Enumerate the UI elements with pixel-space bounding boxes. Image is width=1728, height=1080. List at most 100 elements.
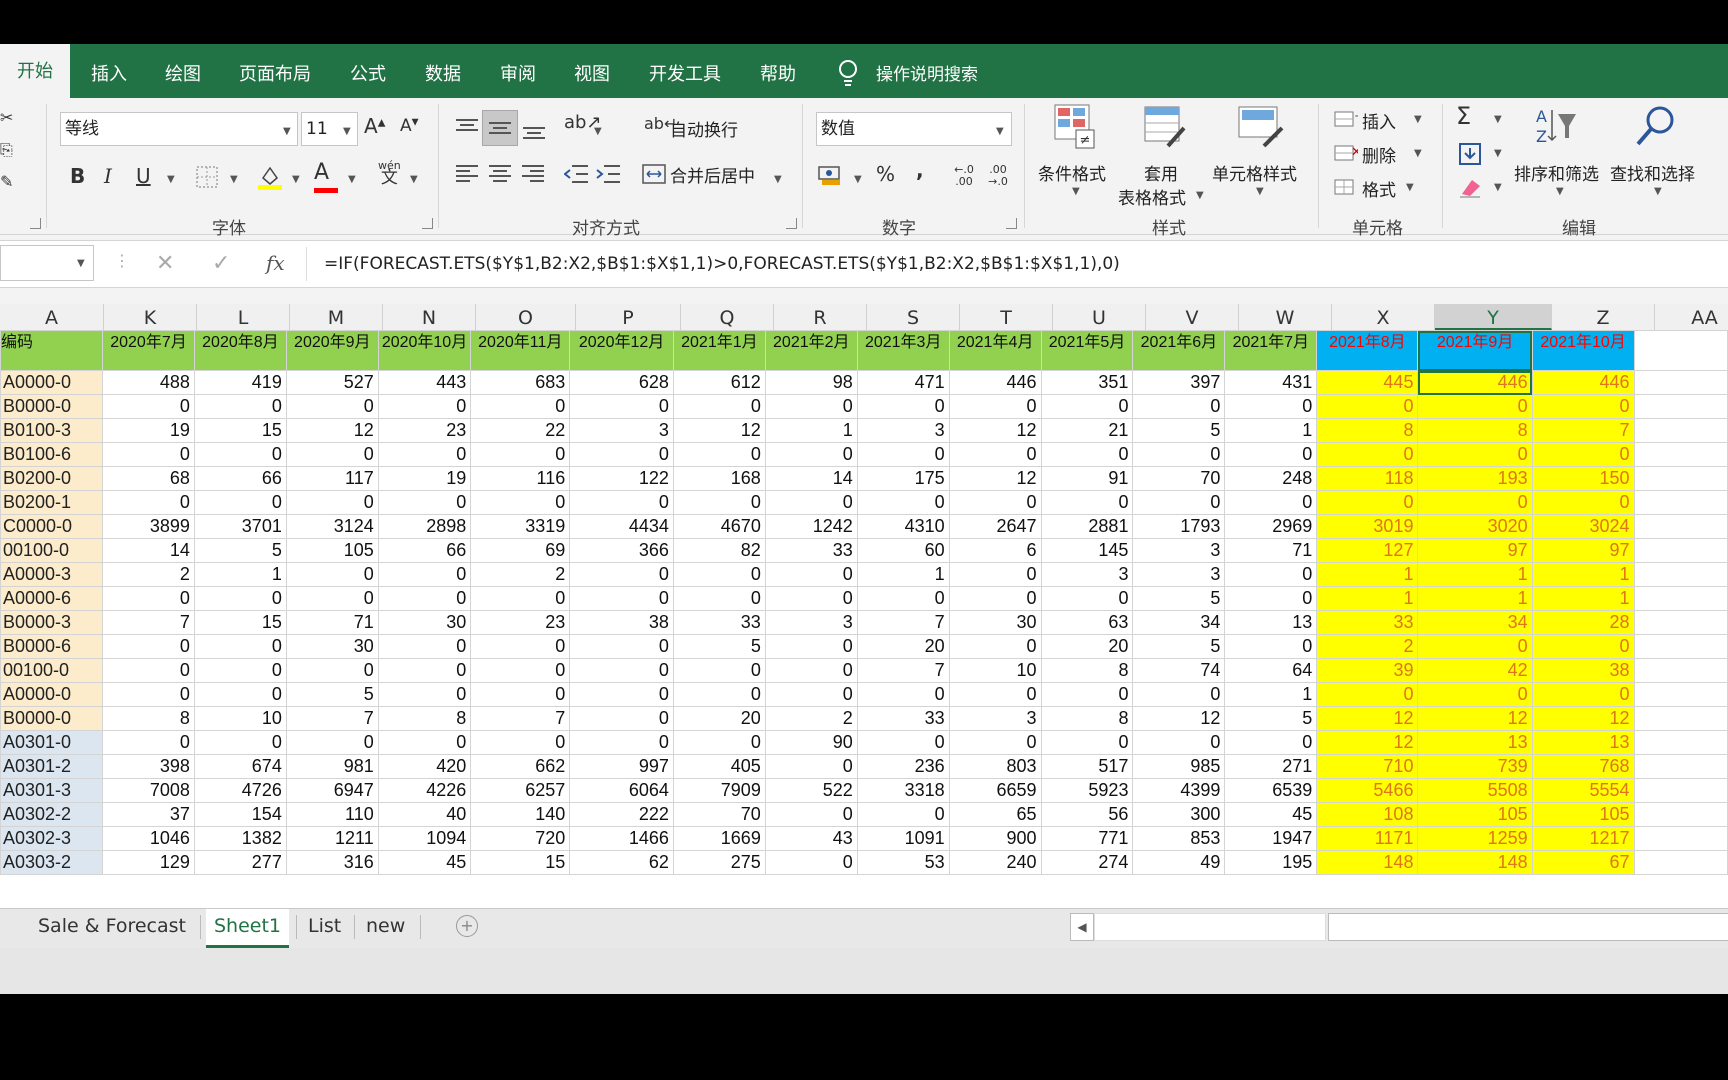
cell-forecast[interactable]: 8 — [1417, 418, 1533, 443]
cell-empty[interactable] — [1633, 682, 1728, 707]
cell-value[interactable]: 0 — [285, 586, 379, 611]
header-cell-empty[interactable] — [1633, 330, 1728, 371]
cell-code[interactable]: 00100-0 — [0, 538, 104, 563]
insert-function-icon[interactable]: fx — [266, 251, 285, 275]
column-header-l[interactable]: L — [197, 304, 290, 330]
cell-empty[interactable] — [1633, 850, 1728, 875]
cell-forecast[interactable]: 1 — [1531, 586, 1635, 611]
increase-font-icon[interactable]: A▲ — [364, 114, 385, 138]
header-cell-month[interactable]: 2021年10月 — [1531, 330, 1635, 371]
fill-color-icon[interactable] — [258, 164, 282, 190]
cell-forecast[interactable]: 1 — [1531, 562, 1635, 587]
cell-value[interactable]: 37 — [102, 802, 195, 827]
cell-value[interactable]: 2881 — [1040, 514, 1134, 539]
cell-value[interactable]: 0 — [193, 658, 287, 683]
cell-value[interactable]: 6539 — [1224, 778, 1318, 803]
align-bottom-icon[interactable] — [523, 126, 545, 140]
cell-empty[interactable] — [1633, 802, 1728, 827]
cell-value[interactable]: 1 — [1224, 682, 1318, 707]
header-cell-month[interactable]: 2021年9月 — [1417, 330, 1533, 371]
cell-value[interactable]: 398 — [102, 754, 195, 779]
cell-value[interactable]: 0 — [193, 634, 287, 659]
tab-page-layout[interactable]: 页面布局 — [239, 44, 311, 98]
cell-value[interactable]: 8 — [102, 706, 195, 731]
cell-value[interactable]: 0 — [1040, 442, 1134, 467]
cell-forecast[interactable]: 1 — [1417, 562, 1533, 587]
cell-value[interactable]: 0 — [470, 658, 571, 683]
cell-empty[interactable] — [1633, 442, 1728, 467]
cell-value[interactable]: 71 — [285, 610, 379, 635]
column-header-n[interactable]: N — [383, 304, 476, 330]
cell-value[interactable]: 105 — [285, 538, 379, 563]
cell-value[interactable]: 1669 — [672, 826, 766, 851]
cell-value[interactable]: 397 — [1132, 370, 1226, 395]
cell-value[interactable]: 8 — [1040, 706, 1134, 731]
cell-value[interactable]: 3124 — [285, 514, 379, 539]
cell-empty[interactable] — [1633, 466, 1728, 491]
cell-value[interactable]: 0 — [285, 490, 379, 515]
tab-data[interactable]: 数据 — [425, 44, 461, 98]
format-painter-icon[interactable]: ✎ — [0, 172, 13, 191]
cell-value[interactable]: 0 — [1132, 682, 1226, 707]
cell-value[interactable]: 0 — [377, 658, 472, 683]
cell-value[interactable]: 7 — [102, 610, 195, 635]
cell-code[interactable]: B0000-0 — [0, 706, 104, 731]
cell-value[interactable]: 0 — [764, 658, 858, 683]
cell-value[interactable]: 0 — [1040, 682, 1134, 707]
italic-button[interactable]: I — [104, 164, 112, 188]
header-cell-month[interactable]: 2021年5月 — [1040, 330, 1134, 371]
cell-value[interactable]: 20 — [1040, 634, 1134, 659]
cell-value[interactable]: 64 — [1224, 658, 1318, 683]
cell-value[interactable]: 662 — [470, 754, 571, 779]
cell-forecast[interactable]: 739 — [1417, 754, 1533, 779]
cell-forecast[interactable]: 13 — [1417, 730, 1533, 755]
cell-value[interactable]: 1466 — [569, 826, 674, 851]
cell-value[interactable]: 0 — [377, 586, 472, 611]
cell-value[interactable]: 0 — [569, 562, 674, 587]
cell-forecast[interactable]: 768 — [1531, 754, 1635, 779]
cell-value[interactable]: 0 — [569, 586, 674, 611]
cell-value[interactable]: 1046 — [102, 826, 195, 851]
cell-value[interactable]: 12 — [948, 466, 1042, 491]
cell-value[interactable]: 70 — [1132, 466, 1226, 491]
cell-value[interactable]: 0 — [470, 394, 571, 419]
cell-value[interactable]: 5 — [1132, 586, 1226, 611]
cell-value[interactable]: 0 — [377, 394, 472, 419]
cell-value[interactable]: 628 — [569, 370, 674, 395]
decrease-indent-icon[interactable] — [564, 164, 588, 184]
cell-value[interactable]: 0 — [764, 586, 858, 611]
cancel-icon[interactable]: ✕ — [156, 251, 174, 276]
cell-code[interactable]: A0301-0 — [0, 730, 104, 755]
cell-value[interactable]: 15 — [193, 610, 287, 635]
cell-forecast[interactable]: 0 — [1316, 442, 1419, 467]
cell-code[interactable]: A0000-0 — [0, 370, 104, 395]
cell-code[interactable]: A0302-3 — [0, 826, 104, 851]
cell-value[interactable]: 236 — [856, 754, 950, 779]
cell-value[interactable]: 3 — [948, 706, 1042, 731]
cell-value[interactable]: 0 — [102, 658, 195, 683]
cell-forecast[interactable]: 0 — [1417, 442, 1533, 467]
cell-forecast[interactable]: 67 — [1531, 850, 1635, 875]
cell-value[interactable]: 674 — [193, 754, 287, 779]
clear-icon[interactable] — [1458, 176, 1482, 198]
align-left-icon[interactable] — [456, 164, 478, 184]
cell-value[interactable]: 98 — [764, 370, 858, 395]
conditional-format-icon[interactable]: ≠ — [1054, 104, 1096, 150]
header-cell-month[interactable]: 2021年2月 — [764, 330, 858, 371]
cell-value[interactable]: 997 — [569, 754, 674, 779]
cell-value[interactable]: 3899 — [102, 514, 195, 539]
cell-value[interactable]: 40 — [377, 802, 472, 827]
cell-value[interactable]: 0 — [672, 442, 766, 467]
cell-value[interactable]: 116 — [470, 466, 571, 491]
cell-forecast[interactable]: 108 — [1316, 802, 1419, 827]
cell-value[interactable]: 527 — [285, 370, 379, 395]
cell-value[interactable]: 0 — [193, 490, 287, 515]
cell-value[interactable]: 0 — [569, 442, 674, 467]
number-format-select[interactable]: 数值 — [816, 112, 1012, 146]
cell-empty[interactable] — [1633, 754, 1728, 779]
cell-value[interactable]: 0 — [569, 706, 674, 731]
cell-value[interactable]: 1094 — [377, 826, 472, 851]
cell-value[interactable]: 0 — [1224, 394, 1318, 419]
cell-value[interactable]: 1 — [1224, 418, 1318, 443]
cell-value[interactable]: 3 — [1040, 562, 1134, 587]
